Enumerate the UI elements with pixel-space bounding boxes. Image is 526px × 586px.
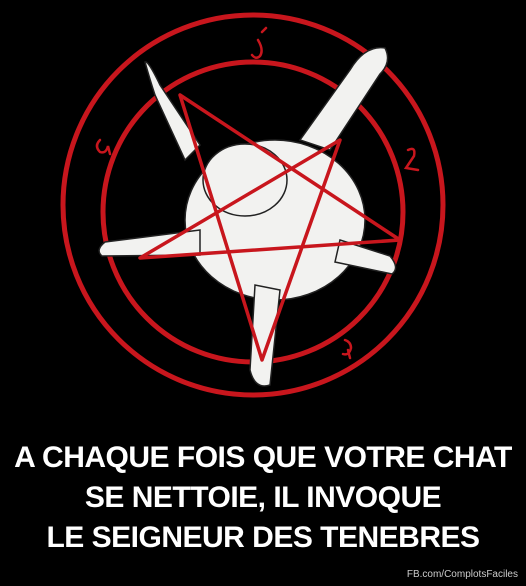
rune-left [95,138,112,156]
rune-top [250,26,268,59]
rune-bottom [341,338,353,360]
cat-figure [98,46,397,387]
caption-line-3: LE SEIGNEUR DES TENEBRES [46,521,480,554]
rune-right [403,147,420,172]
caption-line-2: SE NETTOIE, IL INVOQUE [84,481,442,514]
caption: A CHAQUE FOIS QUE VOTRE CHAT SE NETTOIE,… [0,438,526,558]
cat-leg-up-right [298,46,389,151]
caption-line-1: A CHAQUE FOIS QUE VOTRE CHAT [14,441,512,474]
pentagram-cat-illustration [60,12,446,398]
source-credit: FB.com/ComplotsFaciles [406,569,518,580]
